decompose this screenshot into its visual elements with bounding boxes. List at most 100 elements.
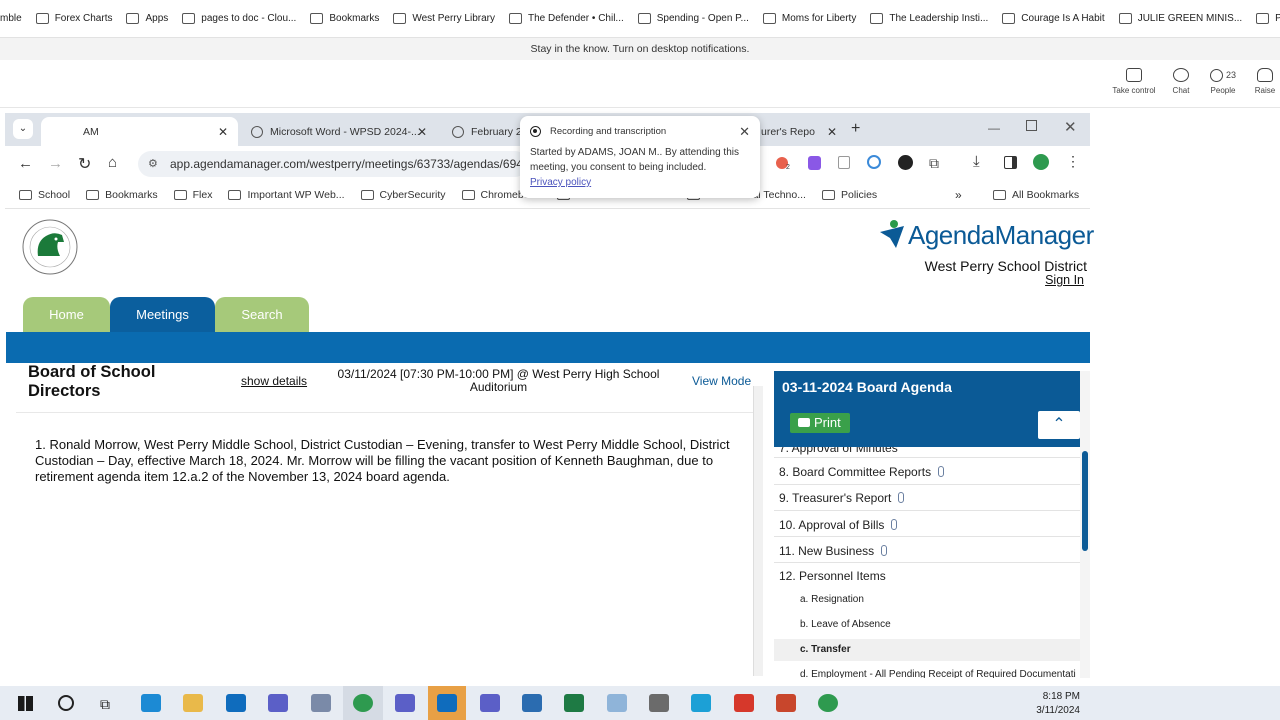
task-view-icon[interactable]: ⧉	[100, 696, 110, 713]
app-icon[interactable]	[395, 694, 415, 712]
nav-search[interactable]: Search	[215, 297, 309, 332]
extension-icon[interactable]	[808, 156, 821, 170]
close-tab-icon[interactable]: ✕	[218, 125, 228, 139]
chrome-icon[interactable]	[353, 694, 373, 712]
content-scrollbar[interactable]	[753, 386, 763, 676]
forward-button[interactable]: →	[48, 155, 63, 172]
app-icon[interactable]	[607, 694, 627, 712]
clock[interactable]: 8:18 PM 3/11/2024	[1020, 690, 1080, 718]
more-bookmarks-chevron-icon[interactable]: »	[955, 188, 962, 202]
nav-home[interactable]: Home	[23, 297, 110, 332]
paperclip-icon[interactable]	[891, 519, 898, 530]
outer-bookmark[interactable]: mble	[0, 13, 22, 24]
minimize-button[interactable]: —	[988, 121, 1000, 135]
skype-icon[interactable]	[691, 694, 711, 712]
people-button[interactable]: 23 People	[1204, 68, 1242, 95]
close-window-button[interactable]: ✕	[1064, 118, 1077, 136]
outer-bookmark[interactable]: The Defender • Chil...	[508, 13, 624, 24]
take-control-button[interactable]: Take control	[1110, 68, 1158, 95]
home-button[interactable]: ⌂	[108, 154, 117, 171]
outlook-icon[interactable]	[437, 694, 457, 712]
powerpoint-icon[interactable]	[776, 694, 796, 712]
notification-banner[interactable]: Stay in the know. Turn on desktop notifi…	[0, 38, 1280, 60]
bookmark-item[interactable]: Important WP Web...	[228, 189, 345, 201]
tab-word-doc[interactable]: Microsoft Word - WPSD 2024-... ✕	[241, 117, 437, 146]
agenda-item[interactable]: 12. Personnel Items	[779, 569, 886, 583]
show-details-link[interactable]: show details	[241, 374, 307, 388]
bookmark-item[interactable]: CyberSecurity	[360, 189, 446, 201]
agenda-item[interactable]: 9. Treasurer's Report	[779, 491, 905, 505]
app-icon[interactable]	[649, 694, 669, 712]
outlook-icon[interactable]	[226, 694, 246, 712]
reload-button[interactable]: ↻	[78, 154, 91, 174]
teams-icon[interactable]	[480, 694, 500, 712]
bookmark-item[interactable]: Bookmarks	[86, 189, 158, 201]
chat-button[interactable]: Chat	[1164, 68, 1198, 95]
privacy-policy-link[interactable]: Privacy policy	[530, 177, 591, 188]
outer-bookmark[interactable]: Bookmarks	[310, 13, 379, 24]
agenda-scrollbar[interactable]	[1080, 371, 1090, 678]
acrobat-icon[interactable]	[734, 694, 754, 712]
tab-treasurer-report[interactable]: urer's Repo ✕	[753, 117, 843, 146]
agenda-subitem[interactable]: b. Leave of Absence	[800, 619, 891, 630]
teams-icon[interactable]	[268, 694, 288, 712]
agenda-subitem[interactable]: d. Employment - All Pending Receipt of R…	[800, 669, 1080, 678]
agenda-item-partial[interactable]: 7. Approval of Minutes	[774, 447, 1080, 457]
bookmark-item[interactable]: Policies	[821, 189, 877, 201]
site-info-icon[interactable]: ⚙	[148, 151, 158, 177]
outer-bookmark[interactable]: West Perry Library	[393, 13, 495, 24]
view-mode-link[interactable]: View Mode	[692, 374, 751, 388]
agenda-subitem[interactable]: a. Resignation	[800, 594, 864, 605]
download-icon[interactable]: ⤓	[973, 153, 980, 170]
outer-bookmark[interactable]: pages to doc - Clou...	[182, 13, 296, 24]
start-icon[interactable]	[18, 696, 33, 711]
print-button[interactable]: Print	[790, 413, 850, 433]
nav-meetings[interactable]: Meetings	[110, 297, 215, 332]
agenda-item[interactable]: 8. Board Committee Reports	[779, 465, 945, 479]
outer-bookmark[interactable]: Apps	[126, 13, 168, 24]
paperclip-icon[interactable]	[881, 545, 888, 556]
close-tab-icon[interactable]: ✕	[417, 125, 427, 139]
tab-search-button[interactable]: ⌄	[13, 119, 33, 139]
edge-icon[interactable]	[141, 694, 161, 712]
search-icon[interactable]	[58, 695, 74, 711]
bookmark-item[interactable]: School	[19, 189, 70, 201]
outer-bookmark[interactable]: Forex Charts	[35, 13, 112, 24]
file-explorer-icon[interactable]	[183, 694, 203, 712]
tab-february[interactable]: February 2	[442, 117, 522, 146]
collapse-up-button[interactable]: ⌃	[1038, 411, 1080, 439]
paperclip-icon[interactable]	[898, 492, 905, 503]
outer-bookmark[interactable]: The Leadership Insti...	[870, 13, 988, 24]
bookmark-item[interactable]: Flex	[173, 189, 212, 201]
back-button[interactable]: ←	[18, 155, 33, 172]
chrome-icon[interactable]	[818, 694, 838, 712]
profile-avatar[interactable]	[1033, 154, 1049, 170]
close-tab-icon[interactable]: ✕	[827, 125, 837, 139]
extension-icon[interactable]	[898, 155, 913, 170]
close-popup-button[interactable]: ✕	[739, 124, 750, 140]
extension-icon[interactable]	[867, 155, 881, 169]
agenda-item[interactable]: 11. New Business	[779, 544, 888, 558]
outer-bookmark[interactable]: PSBA	[1256, 13, 1280, 24]
sign-in-link[interactable]: Sign In	[1000, 273, 1084, 287]
outer-bookmark[interactable]: Courage Is A Habit	[1002, 13, 1105, 24]
address-bar[interactable]: ⚙ app.agendamanager.com/westperry/meetin…	[138, 151, 528, 177]
outer-bookmark[interactable]: Moms for Liberty	[762, 13, 856, 24]
menu-icon[interactable]: ⋮	[1066, 153, 1080, 170]
side-panel-icon[interactable]	[1004, 156, 1017, 169]
puzzle-icon[interactable]: ⧉	[929, 155, 939, 172]
outer-bookmark[interactable]: Spending - Open P...	[637, 13, 749, 24]
excel-icon[interactable]	[564, 694, 584, 712]
extension-icon[interactable]	[838, 156, 850, 169]
agenda-subitem-selected[interactable]: c. Transfer	[800, 644, 851, 655]
all-bookmarks-button[interactable]: All Bookmarks	[993, 189, 1079, 201]
restore-button[interactable]	[1026, 120, 1037, 131]
outer-bookmark[interactable]: JULIE GREEN MINIS...	[1118, 13, 1242, 24]
agenda-item[interactable]: 10. Approval of Bills	[779, 518, 898, 532]
paperclip-icon[interactable]	[938, 466, 945, 477]
word-icon[interactable]	[522, 694, 542, 712]
new-tab-button[interactable]: +	[851, 120, 860, 138]
raise-hand-button[interactable]: Raise	[1250, 68, 1280, 95]
tab-agenda-manager[interactable]: AM ✕	[41, 117, 238, 146]
app-icon[interactable]	[311, 694, 331, 712]
